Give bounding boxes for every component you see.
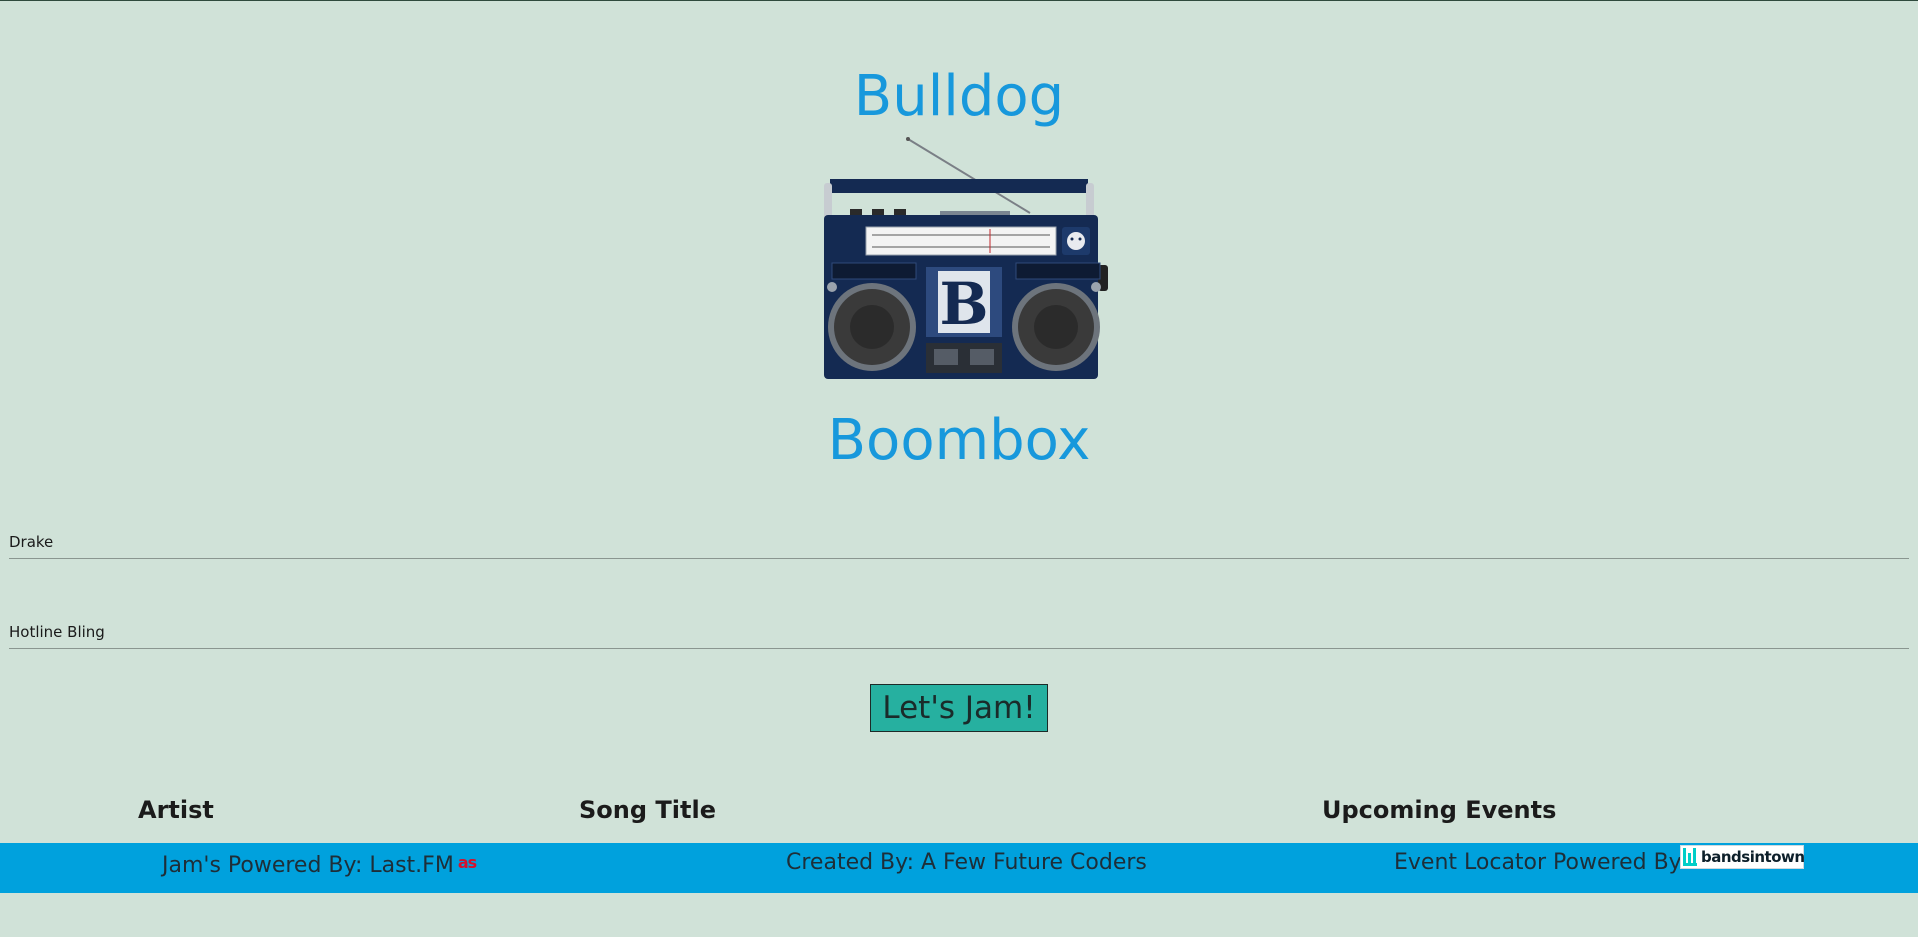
footer-event-locator-text: Event Locator Powered By: [1394, 850, 1688, 875]
footer-created-by: Created By: A Few Future Coders [786, 850, 1147, 875]
logo-badge-letter: B [939, 270, 988, 338]
column-header-song-title: Song Title [579, 796, 716, 824]
footer-lastfm-text: Jam's Powered By: Last.FM [162, 853, 454, 878]
boombox-icon: B [824, 137, 1108, 379]
footer-bar: Jam's Powered By: Last.FM as Created By: … [0, 843, 1918, 893]
footer-lastfm-credit: Jam's Powered By: Last.FM as [162, 843, 477, 893]
column-header-artist: Artist [138, 796, 214, 824]
artist-input[interactable] [9, 525, 1909, 559]
column-header-upcoming-events: Upcoming Events [1322, 796, 1557, 824]
page-title-boombox: Boombox [827, 408, 1091, 473]
lets-jam-button[interactable]: Let's Jam! [870, 684, 1048, 732]
bandsintown-icon [1683, 848, 1697, 866]
bandsintown-logo[interactable]: bandsintown [1680, 845, 1805, 869]
bandsintown-text: bandsintown [1701, 848, 1805, 866]
page-title-bulldog: Bulldog [853, 64, 1065, 129]
song-input[interactable] [9, 615, 1909, 649]
lastfm-icon[interactable]: as [458, 843, 477, 883]
